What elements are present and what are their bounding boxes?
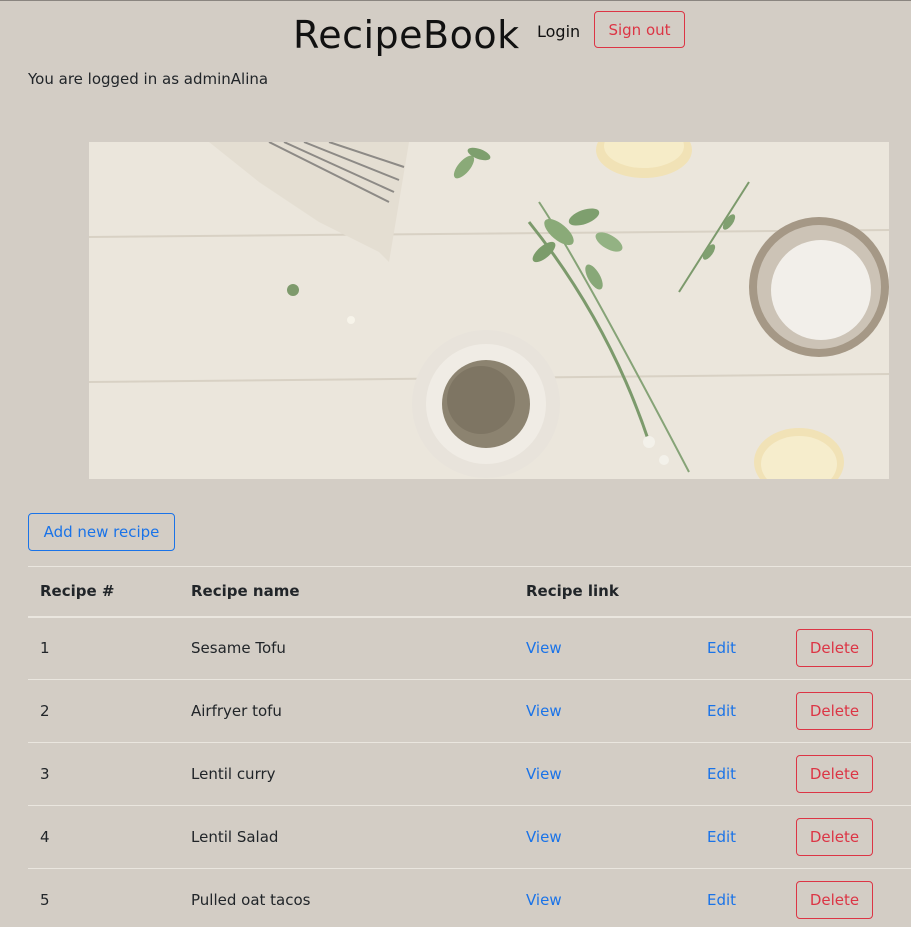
view-link[interactable]: View: [526, 765, 562, 783]
delete-button[interactable]: Delete: [796, 881, 873, 919]
header-recipe-link: Recipe link: [526, 582, 619, 601]
header-empty: [796, 567, 911, 617]
edit-link[interactable]: Edit: [707, 765, 736, 783]
header-recipe-number: Recipe #: [40, 582, 115, 601]
table-row: 2 Airfryer tofu View Edit Delete: [28, 680, 911, 743]
login-link[interactable]: Login: [537, 22, 580, 41]
delete-button[interactable]: Delete: [796, 755, 873, 793]
table-header-row: Recipe # Recipe name Recipe link: [28, 566, 911, 617]
table-row: 3 Lentil curry View Edit Delete: [28, 743, 911, 806]
edit-link[interactable]: Edit: [707, 891, 736, 909]
delete-button[interactable]: Delete: [796, 629, 873, 668]
view-link[interactable]: View: [526, 702, 562, 720]
herbs-table-photo: [89, 142, 889, 479]
table-row: 4 Lentil Salad View Edit Delete: [28, 806, 911, 869]
view-link[interactable]: View: [526, 828, 562, 846]
site-title: RecipeBook: [293, 13, 520, 57]
recipe-number: 5: [40, 891, 50, 909]
view-link[interactable]: View: [526, 639, 562, 657]
edit-link[interactable]: Edit: [707, 702, 736, 720]
table-row: 1 Sesame Tofu View Edit Delete: [28, 617, 911, 680]
logged-in-status: You are logged in as adminAlina: [28, 70, 269, 88]
add-new-recipe-button[interactable]: Add new recipe: [28, 513, 175, 551]
header: RecipeBook Login Sign out: [0, 11, 911, 61]
recipe-name: Pulled oat tacos: [191, 891, 311, 909]
recipe-name: Airfryer tofu: [191, 702, 282, 720]
delete-button[interactable]: Delete: [796, 692, 873, 730]
delete-button[interactable]: Delete: [796, 818, 873, 856]
recipe-number: 4: [40, 828, 50, 846]
edit-link[interactable]: Edit: [707, 639, 736, 657]
recipes-table: Recipe # Recipe name Recipe link 1 Sesam…: [28, 566, 911, 927]
sign-out-button[interactable]: Sign out: [594, 11, 685, 48]
header-recipe-name: Recipe name: [191, 582, 300, 601]
hero-image: [89, 142, 889, 479]
recipe-name: Sesame Tofu: [191, 639, 286, 658]
recipe-number: 2: [40, 702, 50, 720]
recipe-number: 1: [40, 639, 50, 658]
view-link[interactable]: View: [526, 891, 562, 909]
edit-link[interactable]: Edit: [707, 828, 736, 846]
recipe-name: Lentil curry: [191, 765, 276, 783]
recipe-number: 3: [40, 765, 50, 783]
table-row: 5 Pulled oat tacos View Edit Delete: [28, 869, 911, 927]
header-empty: [707, 567, 796, 617]
recipe-name: Lentil Salad: [191, 828, 279, 846]
